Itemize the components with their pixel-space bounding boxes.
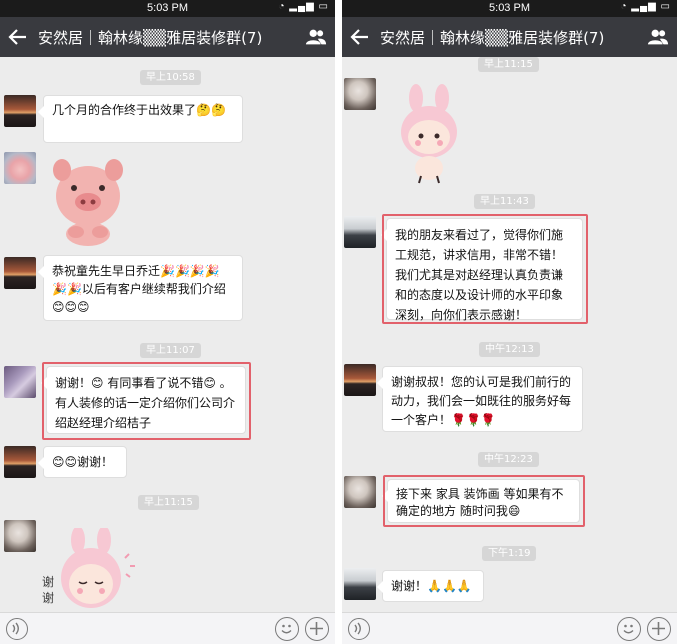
- timestamp: 中午12:13: [479, 342, 540, 357]
- back-arrow-icon[interactable]: [348, 25, 372, 49]
- group-members-icon[interactable]: [305, 26, 327, 48]
- emoji-icon[interactable]: [617, 617, 641, 641]
- message-bubble: 谢谢叔叔！您的认可是我们前行的动力，我们会一如既往的服务好每一个客户！🌹🌹🌹: [377, 366, 583, 432]
- message-bubble: 谢谢！🙏🙏🙏: [377, 570, 484, 602]
- avatar[interactable]: [344, 216, 376, 248]
- wifi-icon: ◔: [620, 1, 628, 12]
- voice-icon[interactable]: [348, 618, 370, 640]
- battery-icon: ▭: [660, 1, 671, 12]
- timestamp: 早上11:43: [474, 194, 535, 209]
- highlight-box: [382, 214, 588, 324]
- timestamp: 早上11:15: [478, 57, 539, 72]
- avatar[interactable]: [4, 152, 36, 184]
- status-bar: 5:03 PM ◔ ▂▄▆ ▭: [342, 0, 677, 17]
- pig-sticker: [53, 159, 123, 246]
- avatar[interactable]: [344, 78, 376, 110]
- battery-icon: ▭: [318, 1, 329, 12]
- plus-icon[interactable]: [305, 617, 329, 641]
- emoji-icon[interactable]: [275, 617, 299, 641]
- chat-title: 安然居｜翰林缘▒▒雅居装修群(7): [38, 29, 263, 47]
- avatar[interactable]: [4, 520, 36, 552]
- back-arrow-icon[interactable]: [6, 25, 30, 49]
- status-icons: ◔ ▂▄▆ ▭: [278, 1, 329, 12]
- avatar[interactable]: [344, 476, 376, 508]
- signal-icon: ▂▄▆: [631, 1, 657, 12]
- message-bubble: 几个月的合作终于出效果了🤔🤔: [38, 95, 243, 143]
- timestamp: 下午1:19: [482, 546, 537, 561]
- message-bubble: 😊😊谢谢！: [38, 446, 127, 478]
- voice-icon[interactable]: [6, 618, 28, 640]
- sticker-caption: 谢谢: [42, 575, 55, 605]
- chat-header: 安然居｜翰林缘▒▒雅居装修群(7): [0, 17, 335, 57]
- timestamp: 早上11:15: [138, 495, 199, 510]
- chat-title: 安然居｜翰林缘▒▒雅居装修群(7): [380, 29, 605, 47]
- input-bar: [342, 612, 677, 644]
- avatar[interactable]: [344, 364, 376, 396]
- avatar[interactable]: [4, 366, 36, 398]
- group-members-icon[interactable]: [647, 26, 669, 48]
- highlight-box: [42, 362, 251, 440]
- bunny-sticker: 谢谢: [42, 528, 142, 614]
- chat-header: 安然居｜翰林缘▒▒雅居装修群(7): [342, 17, 677, 57]
- bunny-sticker: [401, 84, 457, 184]
- chat-screen-right: 5:03 PM ◔ ▂▄▆ ▭ 安然居｜翰林缘▒▒雅居装修群(7) 早上11:1…: [342, 0, 677, 644]
- message-bubble: 恭祝童先生早日乔迁🎉🎉🎉🎉🎉🎉以后有客户继续帮我们介绍😊😊😊: [38, 255, 243, 321]
- timestamp: 早上11:07: [140, 343, 201, 358]
- timestamp: 中午12:23: [478, 452, 539, 467]
- avatar[interactable]: [4, 95, 36, 127]
- avatar[interactable]: [344, 568, 376, 600]
- signal-icon: ▂▄▆: [289, 1, 315, 12]
- wifi-icon: ◔: [278, 1, 286, 12]
- avatar[interactable]: [4, 446, 36, 478]
- avatar[interactable]: [4, 257, 36, 289]
- input-bar: [0, 612, 335, 644]
- plus-icon[interactable]: [647, 617, 671, 641]
- status-bar: 5:03 PM ◔ ▂▄▆ ▭: [0, 0, 335, 17]
- highlight-box: [383, 475, 585, 527]
- chat-screen-left: 5:03 PM ◔ ▂▄▆ ▭ 安然居｜翰林缘▒▒雅居装修群(7) 早上10:5…: [0, 0, 335, 644]
- timestamp: 早上10:58: [140, 70, 201, 85]
- status-icons: ◔ ▂▄▆ ▭: [620, 1, 671, 12]
